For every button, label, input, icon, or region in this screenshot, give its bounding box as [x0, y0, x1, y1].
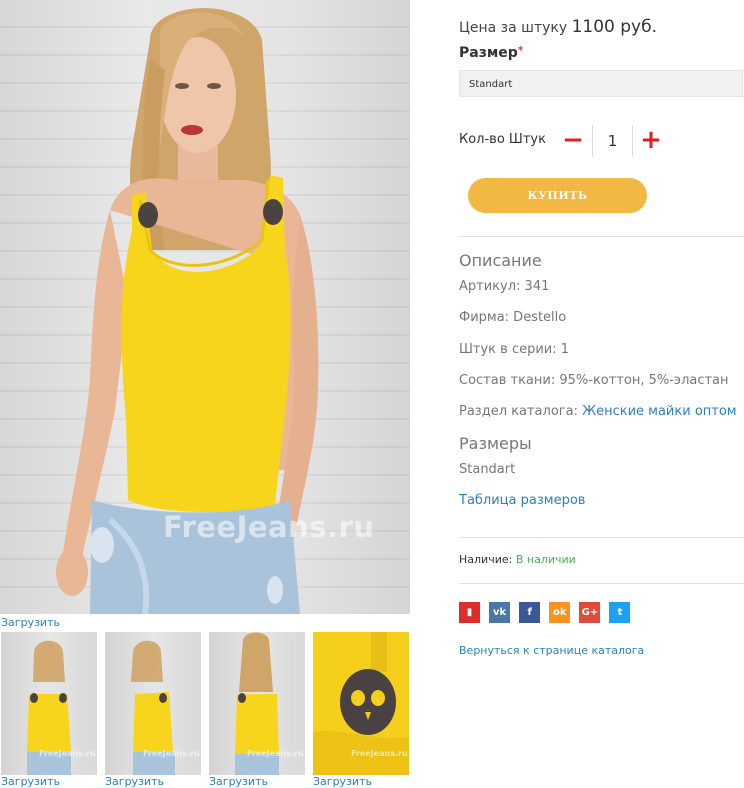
quantity-increase-button[interactable]: +: [640, 127, 662, 155]
back-to-catalog-link[interactable]: Вернуться к странице каталога: [459, 644, 644, 657]
thumbnail-4[interactable]: FreeJeans.ru: [313, 632, 409, 775]
divider: [459, 537, 744, 538]
twitter-icon[interactable]: t: [609, 602, 631, 623]
catalog-link[interactable]: Женские майки оптом: [582, 404, 737, 419]
article-line: Артикул: 341: [459, 279, 550, 294]
thumbnail-watermark: FreeJeans.ru: [247, 749, 304, 758]
google-plus-icon[interactable]: G+: [579, 602, 601, 623]
thumbnail-upload-link[interactable]: Загрузить: [313, 775, 372, 788]
sizes-value: Standart: [459, 462, 516, 477]
price-label: Цена за штуку: [459, 20, 568, 36]
availability: Наличие: В наличии: [459, 553, 576, 566]
quantity-decrease-button[interactable]: −: [562, 127, 584, 155]
thumbnail-3[interactable]: FreeJeans.ru: [209, 632, 305, 775]
price-value: 1100 руб.: [571, 17, 658, 37]
thumbnail-upload-link[interactable]: Загрузить: [1, 775, 60, 788]
thumbnail-1[interactable]: FreeJeans.ru: [1, 632, 97, 775]
catalog-line: Раздел каталога: Женские майки оптом: [459, 404, 737, 419]
quantity-input[interactable]: 1: [592, 125, 633, 157]
thumbnail-upload-link[interactable]: Загрузить: [105, 775, 164, 788]
catalog-prefix: Раздел каталога:: [459, 404, 583, 419]
vk-icon[interactable]: vk: [489, 602, 511, 623]
brand-line: Фирма: Destello: [459, 310, 567, 325]
description-title: Описание: [459, 251, 542, 270]
size-label-text: Размер: [459, 45, 518, 61]
thumbnail-watermark: FreeJeans.ru: [143, 749, 200, 758]
quantity-label: Кол-во Штук: [459, 132, 546, 147]
availability-label: Наличие:: [459, 553, 513, 566]
availability-status: В наличии: [515, 553, 576, 566]
required-mark: *: [517, 45, 524, 56]
sizes-title: Размеры: [459, 434, 532, 453]
main-product-photo[interactable]: FreeJeans.ru: [0, 0, 410, 614]
thumbnail-upload-link[interactable]: Загрузить: [209, 775, 268, 788]
watermark: FreeJeans.ru: [163, 510, 375, 544]
price-line: Цена за штуку 1100 руб.: [459, 17, 657, 37]
share-buttons: ▮ vk f ok G+ t: [459, 602, 634, 623]
upload-main-link[interactable]: Загрузить: [1, 616, 60, 629]
thumbnail-watermark: FreeJeans.ru: [351, 749, 408, 758]
odnoklassniki-icon[interactable]: ok: [549, 602, 571, 623]
thumbnail-2[interactable]: FreeJeans.ru: [105, 632, 201, 775]
series-line: Штук в серии: 1: [459, 342, 570, 357]
size-select[interactable]: Standart: [459, 70, 743, 97]
bookmark-icon[interactable]: ▮: [459, 602, 480, 623]
divider: [459, 236, 744, 237]
size-label: Размер*: [459, 45, 523, 61]
fabric-line: Состав ткани: 95%-коттон, 5%-эластан: [459, 373, 729, 388]
divider: [459, 583, 744, 584]
thumbnail-watermark: FreeJeans.ru: [39, 749, 96, 758]
facebook-icon[interactable]: f: [519, 602, 541, 623]
size-table-link[interactable]: Таблица размеров: [459, 493, 585, 508]
buy-button[interactable]: КУПИТЬ: [468, 178, 647, 213]
